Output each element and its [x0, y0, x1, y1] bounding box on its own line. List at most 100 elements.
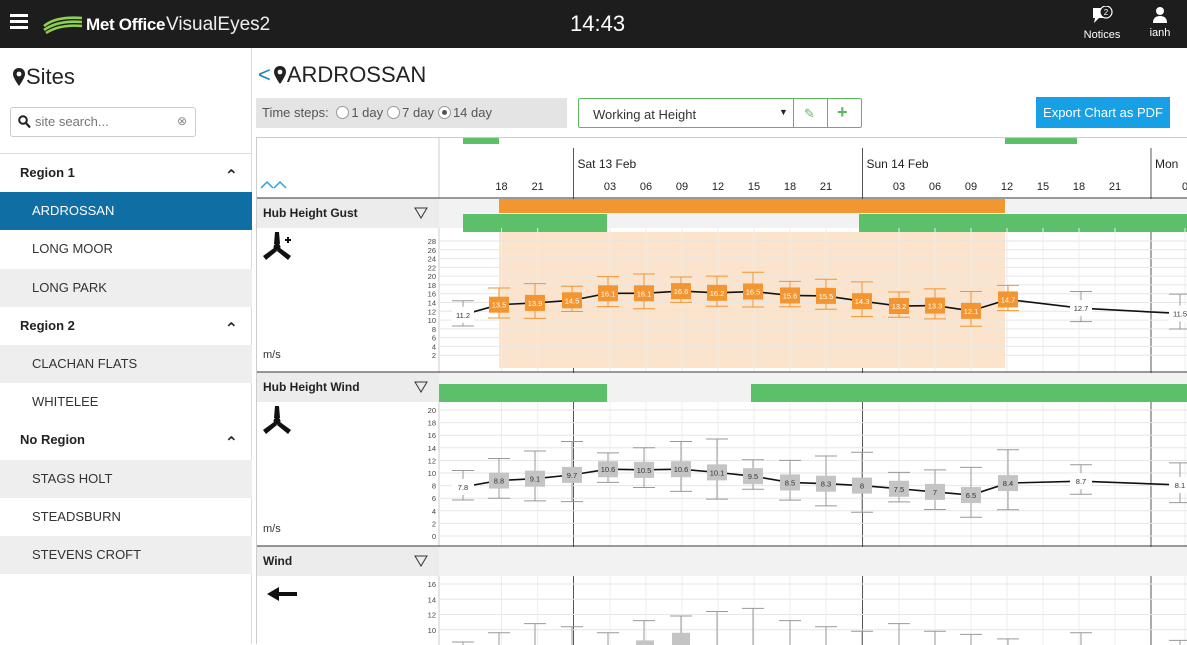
- y-tick-label: 2: [432, 519, 436, 528]
- region-label: Region 2: [20, 317, 75, 333]
- value-label: 16.1: [601, 289, 616, 298]
- hour-label: 21: [532, 181, 544, 193]
- site-item[interactable]: LONG MOOR: [0, 230, 252, 268]
- day-label: Sun 14 Feb: [867, 157, 929, 171]
- value-label: 8: [860, 482, 864, 491]
- notices-icon: 2: [1093, 5, 1113, 23]
- site-search: ⊗: [10, 107, 196, 137]
- time-step-radio[interactable]: [387, 106, 401, 119]
- site-item[interactable]: STEADSBURN: [0, 498, 252, 536]
- site-item[interactable]: ARDROSSAN: [0, 192, 252, 231]
- sidebar: Sites ⊗ Region 1 ⌃ ARDROSSANLONG MOORLONG …: [0, 48, 252, 644]
- time-steps-label: Time steps:: [262, 105, 329, 120]
- site-item[interactable]: WHITELEE: [0, 383, 252, 421]
- notices-button[interactable]: 2 Notices: [1077, 5, 1127, 41]
- hour-label: 03: [893, 181, 905, 193]
- value-label: 8.5: [785, 478, 795, 487]
- hour-label: 12: [1001, 181, 1013, 193]
- value-label: 14.7: [1001, 295, 1016, 304]
- value-label: 7.8: [458, 483, 468, 492]
- notices-label: Notices: [1083, 29, 1121, 41]
- y-tick-label: 12: [428, 456, 436, 465]
- y-tick-label: 8: [432, 325, 436, 334]
- menu-icon[interactable]: [10, 14, 28, 29]
- y-tick-label: 10: [428, 626, 436, 635]
- time-step-radio[interactable]: [437, 106, 451, 119]
- value-marker: [672, 632, 690, 645]
- time-step-radio[interactable]: [336, 106, 350, 119]
- chevron-up-icon: ⌃: [224, 435, 238, 453]
- value-label: 11.5: [1173, 309, 1187, 318]
- turbine-icon: [263, 406, 291, 434]
- y-tick-label: 16: [428, 580, 436, 589]
- value-label: 10.5: [637, 466, 652, 475]
- y-tick-label: 10: [428, 316, 436, 325]
- main-panel: < ARDROSSAN Time steps: 1 day 7 day 14 day…: [252, 48, 1187, 645]
- clear-search-icon[interactable]: ⊗: [177, 114, 187, 128]
- export-pdf-button[interactable]: Export Chart as PDF: [1036, 97, 1170, 128]
- panel-title: Hub Height Gust: [263, 206, 358, 220]
- profile-select[interactable]: Working at Height ▼ ✎ +: [578, 98, 862, 128]
- location-pin-icon: [273, 66, 286, 84]
- sites-title: Sites: [12, 64, 75, 90]
- value-label: 9.7: [567, 471, 577, 480]
- chevron-down-icon: ▼: [779, 107, 788, 117]
- value-label: 12.1: [964, 307, 979, 316]
- value-label: 6.5: [966, 491, 976, 500]
- value-label: 13.5: [492, 301, 507, 310]
- edit-profile-icon[interactable]: ✎: [804, 106, 815, 122]
- hour-label: 21: [1109, 181, 1121, 193]
- value-label: 11.2: [456, 311, 470, 320]
- back-icon[interactable]: <: [258, 62, 271, 87]
- y-tick-label: 20: [428, 272, 436, 281]
- value-label: 9.5: [748, 472, 758, 481]
- region-label: Region 1: [20, 165, 75, 180]
- value-label: 14.3: [855, 297, 870, 306]
- day-label: Sat 13 Feb: [578, 157, 637, 171]
- chart-panel: Hub Height Gust 282624222018161412108642 m…: [257, 197, 1187, 372]
- site-item[interactable]: CLACHAN FLATS: [0, 344, 252, 384]
- ok-bar: [751, 384, 1187, 402]
- warning-bar: [499, 199, 1005, 213]
- site-list: Region 1 ⌃ ARDROSSAN LONG MOOR LONG PARK Regi…: [0, 153, 252, 575]
- region-header[interactable]: No Region ⌃: [0, 421, 252, 459]
- y-tick-label: 14: [428, 595, 436, 604]
- hour-label: 03: [604, 181, 616, 193]
- value-label: 16.5: [746, 288, 761, 297]
- y-tick-label: 28: [428, 237, 436, 246]
- search-icon: [18, 115, 31, 129]
- site-item[interactable]: LONG PARK: [0, 268, 252, 307]
- y-tick-label: 20: [428, 406, 436, 415]
- profile-value: Working at Height: [593, 107, 697, 122]
- clock: 14:43: [570, 11, 626, 36]
- value-label: 9.1: [530, 475, 540, 484]
- hour-label: 15: [748, 181, 760, 193]
- value-label: 15.6: [783, 291, 798, 300]
- panel-title: Wind: [263, 554, 292, 568]
- forecast-chart-svg: Sat 13 Feb Sun 14 Feb Mon18 21 03 06 09 12 15 18 2…: [257, 138, 1187, 645]
- user-button[interactable]: ianh: [1143, 6, 1177, 39]
- y-tick-label: 12: [428, 307, 436, 316]
- status-bar-segment: [463, 138, 499, 144]
- ok-bar: [439, 384, 607, 402]
- value-label: 8.8: [494, 477, 504, 486]
- site-item[interactable]: STAGS HOLT: [0, 459, 252, 498]
- region-header[interactable]: Region 2 ⌃: [0, 307, 252, 345]
- time-steps: Time steps: 1 day 7 day 14 day: [256, 98, 567, 128]
- ok-bar: [463, 214, 607, 232]
- value-label: 13.2: [892, 302, 907, 311]
- time-step-label: 7 day: [402, 105, 434, 120]
- y-tick-label: 2: [432, 351, 436, 360]
- value-label: 10.1: [710, 468, 725, 477]
- brand-name: Met Office: [86, 15, 166, 34]
- region-header[interactable]: Region 1 ⌃: [0, 154, 252, 192]
- status-bar-segment: [1005, 138, 1077, 144]
- site-item[interactable]: STEVENS CROFT: [0, 535, 252, 575]
- value-label: 8.4: [1003, 479, 1013, 488]
- site-search-input[interactable]: [35, 114, 165, 129]
- add-profile-icon[interactable]: +: [837, 102, 848, 123]
- hour-label: 06: [640, 181, 652, 193]
- value-label: 10.6: [601, 465, 616, 474]
- value-label: 13.3: [928, 302, 943, 311]
- forecast-chart: Sat 13 Feb Sun 14 Feb Mon 18 21 03 06 09 12 15 18 2…: [256, 137, 1187, 645]
